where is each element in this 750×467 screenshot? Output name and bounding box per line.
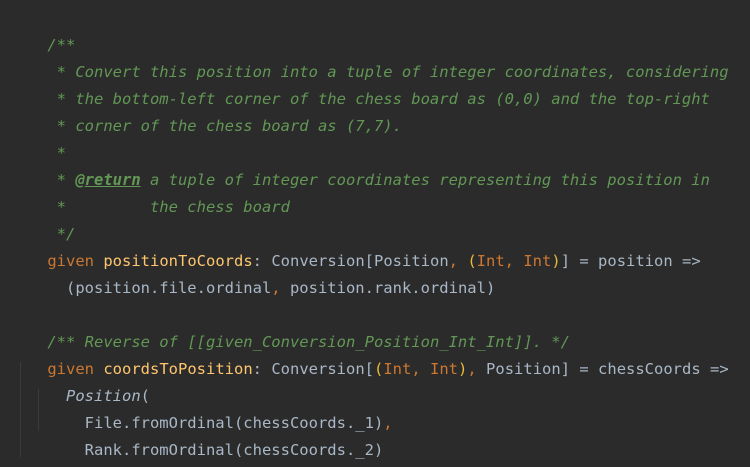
- code-line-13: given coordsToPosition: Conversion[(Int,…: [10, 329, 728, 378]
- paren: ): [551, 252, 561, 270]
- comma: ,: [383, 414, 393, 432]
- code-editor[interactable]: /** * Convert this position into a tuple…: [0, 0, 750, 467]
- code-text: = chessCoords =>: [570, 360, 729, 378]
- comma: ,: [411, 360, 431, 378]
- code-text: (position.file.ordinal: [47, 279, 272, 297]
- code-line-7: * the chess board: [10, 167, 290, 216]
- type-name[interactable]: Position: [486, 360, 561, 378]
- bracket: ]: [560, 252, 571, 270]
- code-line-9: given positionToCoords: Conversion[Posit…: [10, 221, 700, 270]
- code-line-2: * Convert this position into a tuple of …: [10, 32, 729, 81]
- code-line-16: Rank.fromOrdinal(chessCoords._2): [10, 410, 384, 459]
- code-text: Rank.fromOrdinal(chessCoords._2): [47, 441, 384, 459]
- comma: ,: [467, 360, 487, 378]
- code-line-17: ): [10, 437, 75, 464]
- comma: ,: [271, 279, 281, 297]
- bracket: [: [364, 360, 374, 378]
- code-line-8: */: [10, 194, 76, 243]
- doc-comment-text: * the chess board: [47, 198, 290, 216]
- code-line-5: *: [10, 113, 66, 162]
- colon: :: [252, 360, 272, 378]
- code-line-1: /**: [10, 5, 75, 54]
- code-line-6: * @return a tuple of integer coordinates…: [10, 140, 710, 189]
- paren: (: [374, 360, 384, 378]
- bracket: ]: [560, 360, 571, 378]
- type-int[interactable]: Int: [523, 252, 551, 270]
- code-line-10: (position.file.ordinal, position.rank.or…: [10, 248, 495, 297]
- comma: ,: [504, 252, 524, 270]
- type-int[interactable]: Int: [430, 360, 458, 378]
- code-line-12: /** Reverse of [[given_Conversion_Positi…: [10, 302, 570, 351]
- code-line-14: Position(: [10, 356, 150, 405]
- type-name[interactable]: Conversion: [271, 360, 364, 378]
- code-line-4: * corner of the chess board as (7,7).: [10, 86, 402, 135]
- paren: ): [458, 360, 468, 378]
- doc-comment-text: * corner of the chess board as (7,7).: [47, 117, 402, 135]
- code-text: position.rank.ordinal): [280, 279, 496, 297]
- code-line-15: File.fromOrdinal(chessCoords._1),: [10, 383, 393, 432]
- code-line-3: * the bottom-left corner of the chess bo…: [10, 59, 710, 108]
- type-int[interactable]: Int: [383, 360, 411, 378]
- code-text: = position =>: [570, 252, 701, 270]
